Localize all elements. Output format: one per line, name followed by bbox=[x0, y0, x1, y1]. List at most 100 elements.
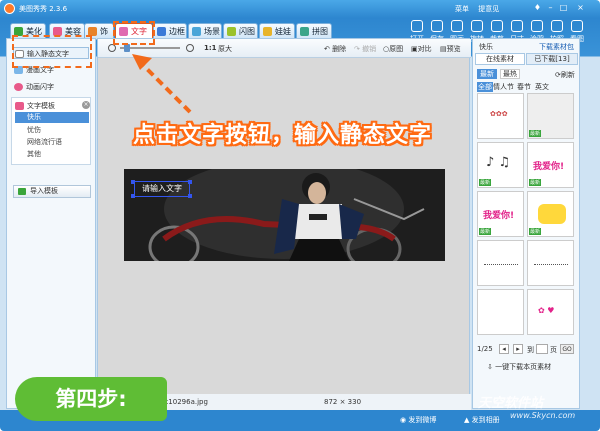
scene-icon bbox=[192, 27, 201, 36]
category-label: 快乐 bbox=[479, 43, 493, 51]
highlight-text-tab bbox=[113, 21, 155, 45]
rotate-icon bbox=[471, 20, 483, 32]
resize-handle[interactable] bbox=[131, 180, 135, 184]
tab-label: 边框 bbox=[169, 27, 185, 36]
instruction-text: 点击文字按钮，输入静态文字 bbox=[133, 123, 433, 148]
thumb-sticker: ✿✿✿ bbox=[490, 110, 508, 118]
new-tag: 最新 bbox=[479, 179, 492, 186]
zoom-out-icon[interactable] bbox=[108, 44, 116, 52]
menu-link[interactable]: 菜单 bbox=[455, 5, 469, 13]
page-label: 页 bbox=[550, 346, 557, 354]
original-image-button[interactable]: ○原图 bbox=[383, 44, 403, 54]
watermark-url: www.Skycn.com bbox=[510, 411, 576, 420]
material-thumb[interactable]: 我爱你! 最新 bbox=[527, 142, 574, 188]
template-sub-happy[interactable]: 快乐 bbox=[15, 112, 89, 123]
action-label: 原图 bbox=[389, 45, 404, 53]
page-indicator: 1/25 bbox=[477, 345, 493, 353]
animated-text-item[interactable]: 动画闪字 bbox=[13, 81, 54, 93]
compare-button[interactable]: ▣对比 bbox=[411, 44, 432, 54]
camera-icon bbox=[551, 20, 563, 32]
preview-button[interactable]: ▤预览 bbox=[440, 44, 461, 54]
preview-icon: ▤ bbox=[440, 45, 447, 53]
watermark: 天空软件站 bbox=[478, 396, 544, 411]
close-icon[interactable]: × bbox=[575, 3, 586, 13]
resize-handle[interactable] bbox=[188, 180, 192, 184]
item-label: 文字模板 bbox=[27, 102, 55, 110]
thumb-badge bbox=[538, 204, 566, 224]
import-template-button[interactable]: 导入模板 bbox=[13, 185, 91, 198]
highlight-static-text bbox=[12, 35, 92, 68]
text-input-box[interactable]: 请输入文字 bbox=[134, 181, 190, 197]
page-number-input[interactable] bbox=[536, 344, 548, 354]
step-label: 第四步: bbox=[15, 377, 167, 421]
filename-label: 8c10296a.jpg bbox=[160, 398, 208, 406]
thumb-sticker: ✿ ♥ bbox=[538, 306, 555, 315]
link-label: 一键下载本页素材 bbox=[495, 363, 552, 371]
link-label: 发到相册 bbox=[471, 416, 500, 424]
skin-icon[interactable]: ♦ bbox=[532, 3, 543, 13]
refresh-button[interactable]: ⟳刷新 bbox=[555, 70, 575, 80]
material-thumb[interactable]: 最新 bbox=[527, 93, 574, 139]
tab-label: 场景 bbox=[204, 27, 220, 36]
delete-button[interactable]: ↶ 删除 bbox=[324, 44, 346, 54]
thumb-handwriting bbox=[534, 255, 568, 265]
music-note-icon: ♪ ♫ bbox=[486, 155, 511, 170]
open-icon bbox=[411, 20, 423, 32]
filter-spring[interactable]: 春节 bbox=[517, 82, 531, 92]
frame-icon bbox=[157, 27, 166, 36]
size-icon bbox=[511, 20, 523, 32]
import-icon bbox=[18, 188, 26, 195]
left-panel: 输入静态文字 漫画文字 动画闪字 文字模板 × 快乐 忧伤 网络流行语 其他 导… bbox=[6, 38, 96, 409]
go-button[interactable]: GO bbox=[560, 344, 574, 354]
material-thumb[interactable]: ✿✿✿ bbox=[477, 93, 524, 139]
material-thumb[interactable]: 最新 bbox=[527, 191, 574, 237]
tab-label: 拼图 bbox=[312, 27, 328, 36]
feedback-link[interactable]: 提意见 bbox=[478, 5, 499, 13]
save-icon bbox=[431, 20, 443, 32]
share-weibo-link[interactable]: ◉ 发到微博 bbox=[400, 415, 436, 425]
tab-online-material[interactable]: 在线素材 bbox=[475, 53, 525, 65]
subtab-hottest[interactable]: 最热 bbox=[500, 69, 520, 79]
thumb-handwriting bbox=[484, 255, 518, 265]
original-size-label[interactable]: 原大 bbox=[218, 44, 232, 54]
material-thumb[interactable]: ♪ ♫ 最新 bbox=[477, 142, 524, 188]
subtab-newest[interactable]: 最新 bbox=[477, 69, 497, 79]
tab-downloaded[interactable]: 已下载[13] bbox=[526, 53, 578, 65]
thumb-text: 我爱你! bbox=[533, 162, 565, 172]
action-label: 对比 bbox=[417, 45, 432, 53]
material-thumb[interactable]: 我爱你! 最新 bbox=[477, 191, 524, 237]
download-all-link[interactable]: ⇩ 一键下载本页素材 bbox=[487, 362, 551, 372]
button-label: 导入模板 bbox=[30, 187, 58, 195]
next-page-icon[interactable]: ▸ bbox=[513, 344, 523, 354]
zoom-ratio[interactable]: 1:1 bbox=[204, 44, 217, 52]
share-album-link[interactable]: ▲ 发到相册 bbox=[464, 415, 500, 425]
undo-button[interactable]: ↷ 撤销 bbox=[354, 44, 376, 54]
title-links: 菜单 提意见 bbox=[455, 4, 506, 14]
text-template-item[interactable]: 文字模板 bbox=[14, 100, 55, 112]
action-label: 预览 bbox=[446, 45, 461, 53]
right-panel: 快乐 下载素材包 在线素材 已下载[13] 最新 最热 ⟳刷新 全部 情人节 春… bbox=[472, 38, 580, 409]
download-package-link[interactable]: 下载素材包 bbox=[539, 42, 574, 52]
filter-valentine[interactable]: 情人节 bbox=[493, 82, 514, 92]
goto-label: 到 bbox=[527, 346, 534, 354]
prev-page-icon[interactable]: ◂ bbox=[499, 344, 509, 354]
filter-all[interactable]: 全部 bbox=[477, 82, 493, 92]
resize-handle[interactable] bbox=[188, 194, 192, 198]
template-sub-other[interactable]: 其他 bbox=[27, 149, 41, 159]
action-label: 撤销 bbox=[362, 45, 377, 53]
template-sub-sad[interactable]: 忧伤 bbox=[27, 125, 41, 135]
resize-handle[interactable] bbox=[131, 194, 135, 198]
collapse-icon[interactable]: × bbox=[82, 101, 90, 109]
material-thumb[interactable] bbox=[477, 240, 524, 286]
maximize-icon[interactable]: □ bbox=[558, 3, 569, 13]
template-sub-popular[interactable]: 网络流行语 bbox=[27, 137, 62, 147]
material-thumb[interactable]: ✿ ♥ bbox=[527, 289, 574, 335]
material-thumb[interactable] bbox=[477, 289, 524, 335]
material-thumb[interactable] bbox=[527, 240, 574, 286]
filter-english[interactable]: 英文 bbox=[535, 82, 549, 92]
app-logo-icon bbox=[4, 3, 15, 14]
doodle-icon bbox=[531, 20, 543, 32]
delete-icon: ↶ bbox=[324, 45, 333, 53]
minimize-icon[interactable]: – bbox=[545, 3, 556, 13]
item-label: 动画闪字 bbox=[26, 83, 54, 91]
